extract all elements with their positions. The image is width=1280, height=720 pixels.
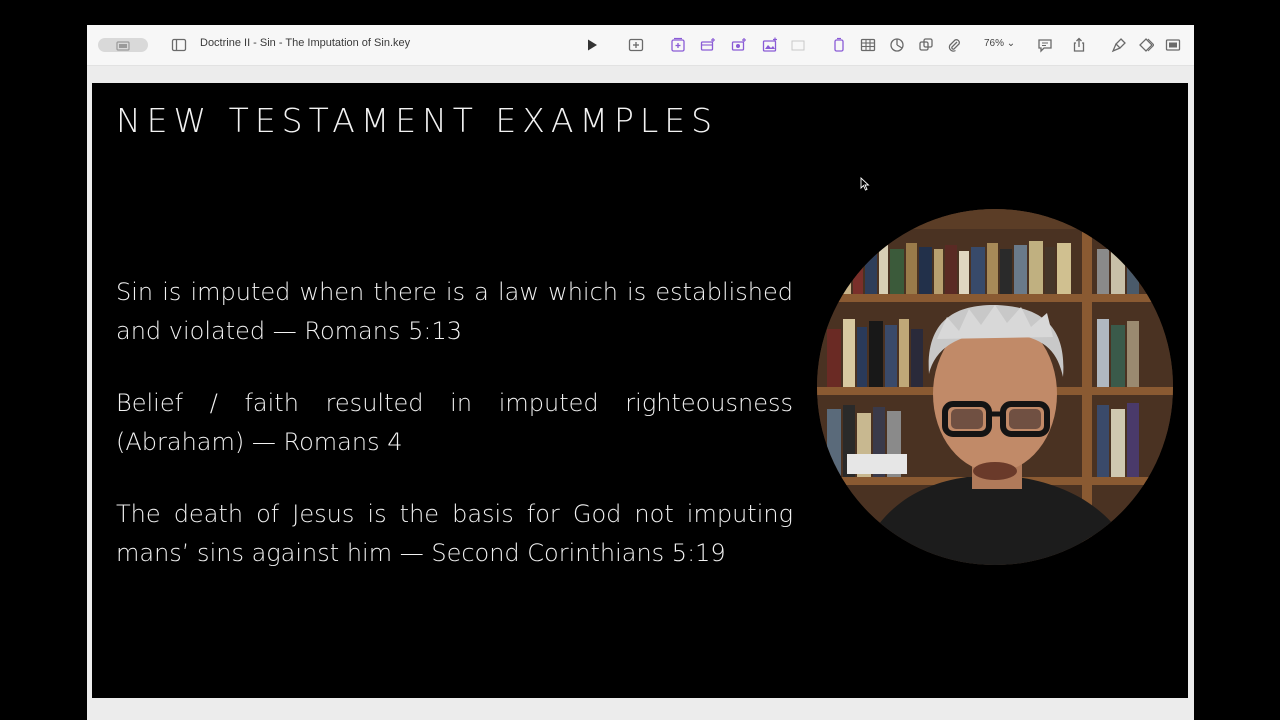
share-button[interactable]: [1069, 35, 1089, 55]
pie-chart-icon: [890, 38, 904, 52]
media-button[interactable]: [760, 35, 780, 55]
comment-icon: [1038, 39, 1052, 53]
comment-button[interactable]: [1035, 35, 1055, 55]
format-button[interactable]: [1109, 35, 1129, 55]
slide-title[interactable]: NEW TESTAMENT EXAMPLES: [116, 101, 718, 140]
animate-icon: [1139, 38, 1154, 52]
attachment-button[interactable]: [944, 35, 964, 55]
document-title: Doctrine II - Sin - The Imputation of Si…: [200, 37, 411, 49]
chart-insert-button[interactable]: [887, 35, 907, 55]
sidebar-icon: [171, 38, 187, 52]
table-icon: [700, 38, 715, 51]
add-slide-icon: [628, 38, 644, 52]
insert-icon: [671, 37, 685, 52]
add-slide-button[interactable]: [626, 35, 646, 55]
insert-button[interactable]: [668, 35, 688, 55]
chevron-down-icon: ⌄: [1006, 38, 1016, 49]
table-button[interactable]: [698, 35, 718, 55]
shapes-icon: [919, 38, 933, 51]
document-icon: [1165, 39, 1181, 51]
grid-icon: [791, 40, 805, 51]
zoom-menu[interactable]: 76% ⌄: [984, 38, 1015, 49]
shape-insert-button[interactable]: [916, 35, 936, 55]
share-icon: [1073, 37, 1085, 52]
table-insert-button[interactable]: [858, 35, 878, 55]
media-icon: [762, 37, 777, 52]
shape-button[interactable]: [829, 35, 849, 55]
slide-canvas: NEW TESTAMENT EXAMPLES Sin is imputed wh…: [87, 66, 1194, 720]
table-grid-icon: [860, 38, 876, 52]
toolbar: Doctrine II - Sin - The Imputation of Si…: [87, 25, 1194, 66]
webcam-overlay: [817, 209, 1173, 565]
bullet-text: The death of Jesus is the basis for God …: [116, 500, 793, 567]
paintbrush-icon: [1111, 38, 1126, 53]
shape-icon: [834, 37, 844, 52]
animate-button[interactable]: [1136, 35, 1156, 55]
disabled-tool-button[interactable]: [788, 35, 808, 55]
play-icon: [588, 39, 597, 51]
bullet-text: Belief / faith resulted in imputed right…: [116, 389, 793, 456]
view-menu-button[interactable]: [98, 38, 148, 52]
slide[interactable]: NEW TESTAMENT EXAMPLES Sin is imputed wh…: [92, 83, 1188, 698]
presenter-video: [817, 209, 1173, 565]
play-button[interactable]: [582, 35, 602, 55]
sidebar-toggle-button[interactable]: [169, 35, 189, 55]
bullet-text: Sin is imputed when there is a law which…: [116, 278, 793, 345]
slide-body[interactable]: Sin is imputed when there is a law which…: [116, 273, 793, 606]
paperclip-icon: [948, 39, 960, 52]
chart-button[interactable]: [729, 35, 749, 55]
zoom-level: 76%: [984, 38, 1005, 49]
keynote-window: Doctrine II - Sin - The Imputation of Si…: [87, 25, 1194, 720]
chart-icon: [731, 38, 746, 51]
mouse-cursor-icon: [860, 177, 870, 191]
view-icon: [116, 36, 130, 55]
document-button[interactable]: [1163, 35, 1183, 55]
